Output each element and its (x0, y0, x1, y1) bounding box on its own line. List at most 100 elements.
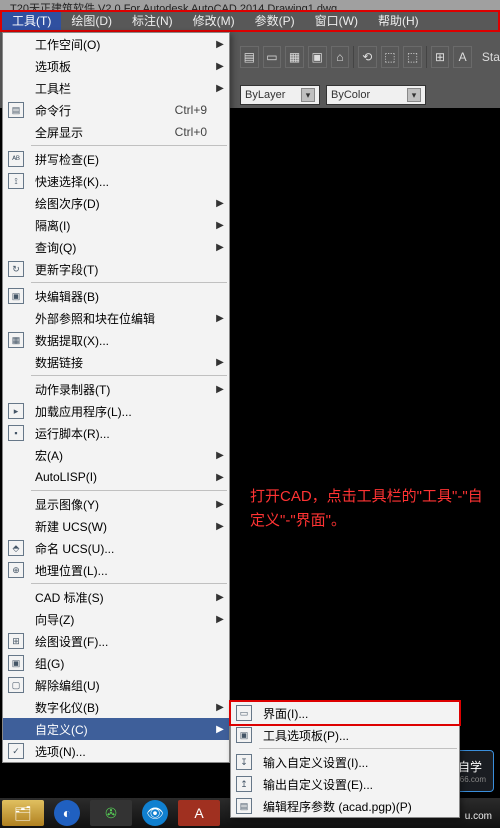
menu-item[interactable]: 宏(A)▶ (3, 444, 229, 466)
menu-item[interactable]: ⊕地理位置(L)... (3, 559, 229, 581)
chevron-down-icon: ▾ (407, 88, 421, 102)
menu-item-label: 自定义(C) (29, 721, 215, 738)
menu-item-label: 向导(Z) (29, 611, 215, 628)
menu-item[interactable]: 动作录制器(T)▶ (3, 378, 229, 400)
submenu-item[interactable]: ▭界面(I)... (231, 702, 459, 724)
menu-item[interactable]: ⬘命名 UCS(U)... (3, 537, 229, 559)
menu-item-label: 查询(Q) (29, 239, 215, 256)
toolbar-button[interactable]: ▭ (263, 46, 282, 68)
menu-item[interactable]: ▸加载应用程序(L)... (3, 400, 229, 422)
menu-item[interactable]: 自定义(C)▶ (3, 718, 229, 740)
menu-item-icon (3, 378, 29, 400)
submenu-arrow-icon: ▶ (215, 592, 225, 603)
menu-item-label: 数字化仪(B) (29, 699, 215, 716)
taskbar-explorer[interactable]: 🗂 (2, 800, 44, 826)
menu-item[interactable]: ▣组(G) (3, 652, 229, 674)
submenu-arrow-icon: ▶ (215, 499, 225, 510)
submenu-arrow-icon: ▶ (215, 702, 225, 713)
menu-item[interactable]: ▣块编辑器(B) (3, 285, 229, 307)
menubar-item[interactable]: 帮助(H) (368, 12, 429, 30)
menu-item-icon: ▣ (3, 652, 29, 674)
menubar-item[interactable]: 标注(N) (122, 12, 183, 30)
toolbar-button[interactable]: ▦ (285, 46, 304, 68)
menu-item[interactable]: ↻更新字段(T) (3, 258, 229, 280)
menu-item-icon: ▤ (3, 99, 29, 121)
menu-item-icon (3, 33, 29, 55)
menu-item[interactable]: 数字化仪(B)▶ (3, 696, 229, 718)
menu-item-label: 全屏显示 (29, 124, 175, 141)
taskbar-autocad[interactable]: A (178, 800, 220, 826)
menu-item-label: 块编辑器(B) (29, 288, 215, 305)
toolbar-button[interactable]: ▣ (308, 46, 327, 68)
menu-item-icon (3, 236, 29, 258)
toolbar-button[interactable]: ⊞ (431, 46, 450, 68)
menu-item[interactable]: ✓选项(N)... (3, 740, 229, 762)
taskbar-wechat[interactable]: ✇ (90, 800, 132, 826)
menu-item[interactable]: ▤命令行Ctrl+9 (3, 99, 229, 121)
menu-item[interactable]: 工作空间(O)▶ (3, 33, 229, 55)
menu-item[interactable]: 选项板▶ (3, 55, 229, 77)
menu-separator (31, 583, 227, 584)
submenu-arrow-icon: ▶ (215, 61, 225, 72)
menu-item-icon: ✓ (3, 740, 29, 762)
menu-item-label: 显示图像(Y) (29, 496, 215, 513)
menu-item[interactable]: 新建 UCS(W)▶ (3, 515, 229, 537)
menu-item[interactable]: AutoLISP(I)▶ (3, 466, 229, 488)
menu-item[interactable]: 外部参照和块在位编辑▶ (3, 307, 229, 329)
toolbar-button[interactable]: ⌂ (331, 46, 350, 68)
menu-bar: 工具(T)绘图(D)标注(N)修改(M)参数(P)窗口(W)帮助(H) (0, 10, 500, 32)
layer-combo-bylayer[interactable]: ByLayer ▾ (240, 85, 320, 105)
toolbar-button[interactable]: A (453, 46, 472, 68)
menu-item[interactable]: ᴬᴮ拼写检查(E) (3, 148, 229, 170)
window-title: T20天正建筑软件 V2.0 For Autodesk AutoCAD 2014… (10, 3, 337, 10)
menu-item[interactable]: 工具栏▶ (3, 77, 229, 99)
menu-item-label: 拼写检查(E) (29, 151, 215, 168)
menubar-item[interactable]: 参数(P) (245, 12, 305, 30)
menu-item-label: 工作空间(O) (29, 36, 215, 53)
menu-separator (31, 282, 227, 283)
menubar-item[interactable]: 绘图(D) (61, 12, 122, 30)
menu-item[interactable]: 显示图像(Y)▶ (3, 493, 229, 515)
menu-item[interactable]: 查询(Q)▶ (3, 236, 229, 258)
toolbar-button[interactable]: ▤ (240, 46, 259, 68)
submenu-item[interactable]: ▣工具选项板(P)... (231, 724, 459, 746)
menubar-item[interactable]: 窗口(W) (305, 12, 368, 30)
footer-partial-url: u.com (465, 811, 492, 822)
taskbar-viewer[interactable]: 👁 (142, 800, 168, 826)
menu-item[interactable]: CAD 标准(S)▶ (3, 586, 229, 608)
menubar-item[interactable]: 修改(M) (183, 12, 245, 30)
menubar-item[interactable]: 工具(T) (2, 12, 61, 30)
submenu-arrow-icon: ▶ (215, 198, 225, 209)
menu-item[interactable]: ⊞绘图设置(F)... (3, 630, 229, 652)
menu-item-label: 新建 UCS(W) (29, 518, 215, 535)
color-combo-bycolor[interactable]: ByColor ▾ (326, 85, 426, 105)
menu-item[interactable]: ▢解除编组(U) (3, 674, 229, 696)
customize-submenu: ▭界面(I)...▣工具选项板(P)... ↧输入自定义设置(I)...↥输出自定… (230, 701, 460, 818)
menu-item[interactable]: 绘图次序(D)▶ (3, 192, 229, 214)
menu-item[interactable]: ▦数据提取(X)... (3, 329, 229, 351)
menu-item-icon: ↻ (3, 258, 29, 280)
menu-item-icon: ⟟ (3, 170, 29, 192)
menu-separator (31, 145, 227, 146)
menu-item-icon: ⬘ (3, 537, 29, 559)
menu-item[interactable]: 隔离(I)▶ (3, 214, 229, 236)
menu-item[interactable]: ⟟快速选择(K)... (3, 170, 229, 192)
submenu-item[interactable]: ▤编辑程序参数 (acad.pgp)(P) (231, 795, 459, 817)
menu-item-icon (3, 351, 29, 373)
annotation-text: 打开CAD，点击工具栏的"工具"-"自定义"-"界面"。 (250, 485, 490, 533)
menu-item[interactable]: 全屏显示Ctrl+0 (3, 121, 229, 143)
submenu-item[interactable]: ↥输出自定义设置(E)... (231, 773, 459, 795)
toolbar-button[interactable]: ⬚ (403, 46, 422, 68)
menu-item-icon (3, 77, 29, 99)
menu-item[interactable]: ▪运行脚本(R)... (3, 422, 229, 444)
toolbar-button[interactable]: ⟲ (358, 46, 377, 68)
submenu-item[interactable]: ↧输入自定义设置(I)... (231, 751, 459, 773)
submenu-arrow-icon: ▶ (215, 450, 225, 461)
menu-item[interactable]: 数据链接▶ (3, 351, 229, 373)
menu-item-label: 地理位置(L)... (29, 562, 215, 579)
menu-item-label: 隔离(I) (29, 217, 215, 234)
menu-item[interactable]: 向导(Z)▶ (3, 608, 229, 630)
toolbar-button[interactable]: ⬚ (381, 46, 400, 68)
submenu-arrow-icon: ▶ (215, 521, 225, 532)
taskbar-browser[interactable]: ◐ (54, 800, 80, 826)
